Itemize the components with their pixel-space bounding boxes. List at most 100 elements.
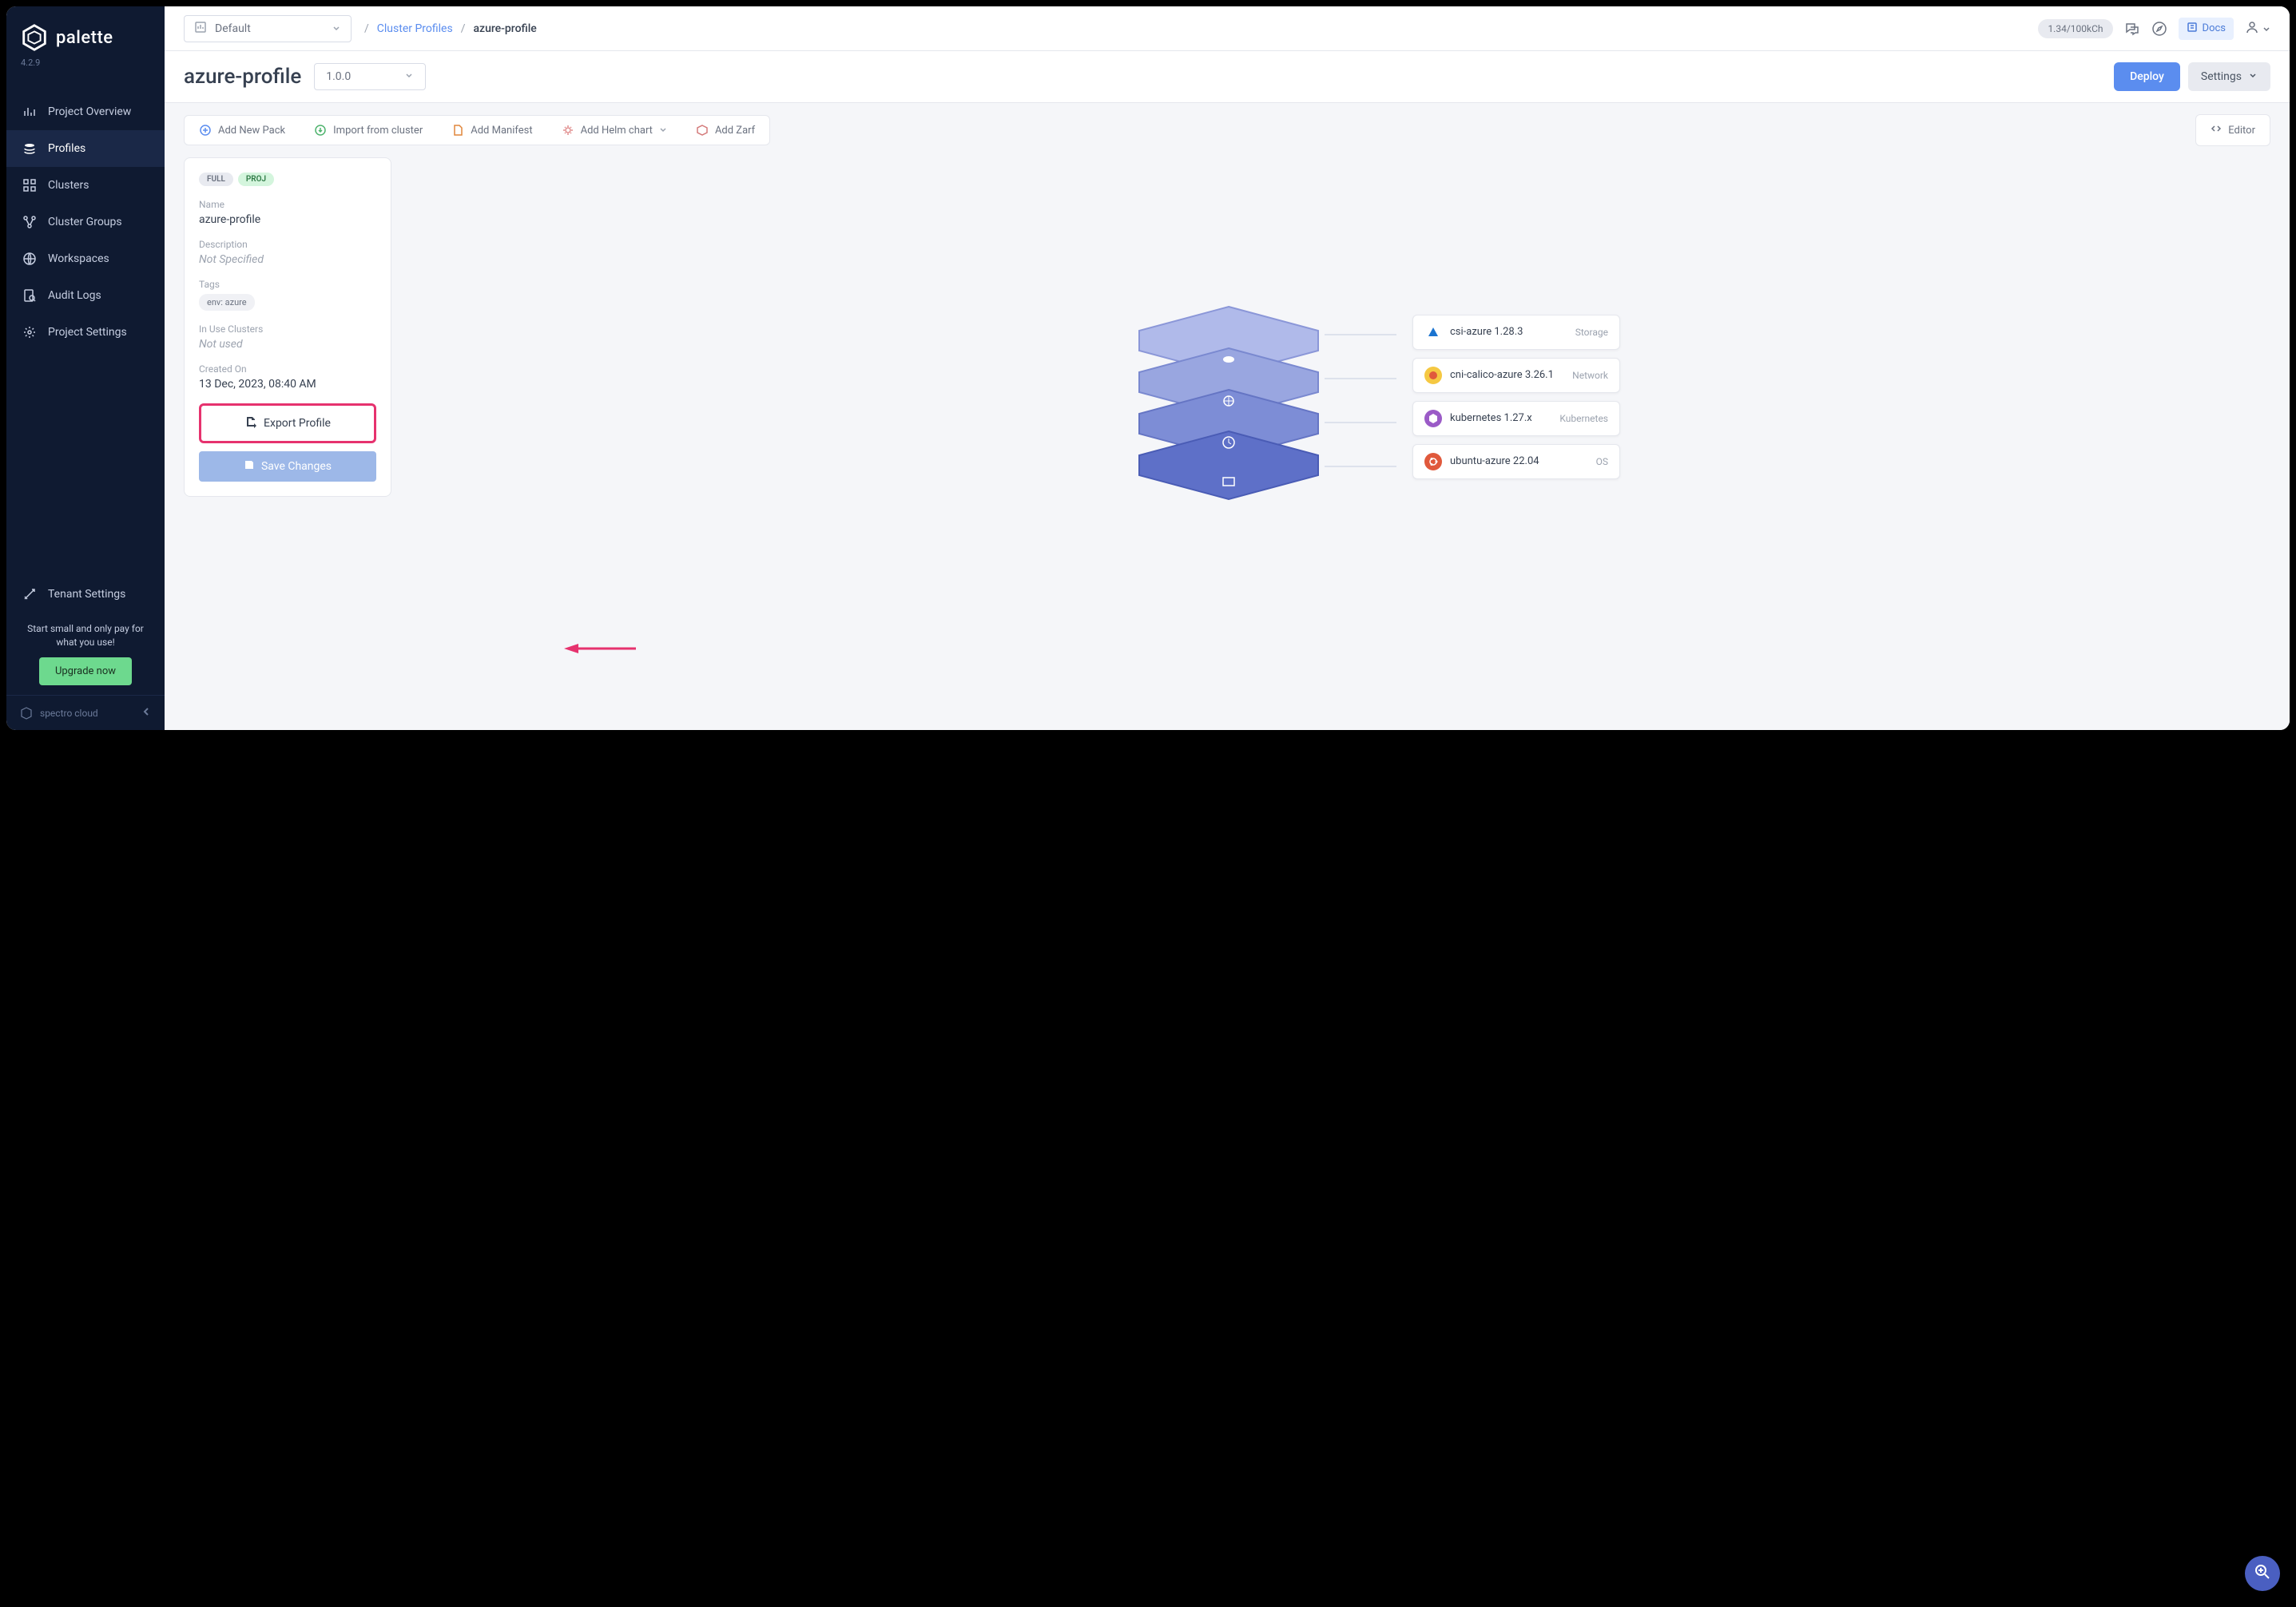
docs-label: Docs <box>2203 22 2226 34</box>
nav-cluster-groups[interactable]: Cluster Groups <box>6 204 165 240</box>
breadcrumb-link[interactable]: Cluster Profiles <box>377 22 453 35</box>
layer-type: Storage <box>1575 327 1608 338</box>
chat-icon[interactable] <box>2124 21 2140 37</box>
brand-logo: palette <box>19 22 152 53</box>
chevron-down-icon <box>332 21 341 36</box>
palette-logo-icon <box>19 22 50 53</box>
nav-clusters[interactable]: Clusters <box>6 167 165 204</box>
desc-value: Not Specified <box>199 253 376 266</box>
created-value: 13 Dec, 2023, 08:40 AM <box>199 378 376 391</box>
tag-chip: env: azure <box>199 294 255 311</box>
project-name: Default <box>215 22 251 35</box>
app-version: 4.2.9 <box>19 58 152 68</box>
globe-icon <box>22 252 37 266</box>
layer-type: Network <box>1572 370 1608 381</box>
layer-name: ubuntu-azure 22.04 <box>1450 455 1588 467</box>
helm-icon <box>562 124 574 137</box>
export-profile-button[interactable]: Export Profile <box>199 403 376 443</box>
user-menu[interactable] <box>2245 20 2270 38</box>
download-circle-icon <box>314 124 327 137</box>
profile-stack-visual <box>1061 299 1396 522</box>
kubernetes-icon <box>1424 410 1442 427</box>
tool-label: Import from cluster <box>333 125 423 137</box>
badge-proj: PROJ <box>238 173 274 186</box>
upgrade-button[interactable]: Upgrade now <box>39 657 132 685</box>
desc-label: Description <box>199 239 376 250</box>
nav-label: Project Overview <box>48 105 131 118</box>
add-zarf-button[interactable]: Add Zarf <box>681 116 769 145</box>
package-icon <box>696 124 709 137</box>
name-label: Name <box>199 199 376 210</box>
user-icon <box>2245 20 2259 38</box>
spectro-logo-icon <box>19 706 34 720</box>
nav-label: Project Settings <box>48 326 127 339</box>
layer-name: kubernetes 1.27.x <box>1450 412 1551 424</box>
editor-button[interactable]: Editor <box>2195 114 2270 146</box>
chevron-down-icon <box>2262 21 2270 36</box>
calico-icon <box>1424 367 1442 384</box>
layer-type: Kubernetes <box>1559 413 1608 424</box>
tool-label: Add New Pack <box>218 125 285 137</box>
export-icon <box>244 415 257 431</box>
nav-project-overview[interactable]: Project Overview <box>6 93 165 130</box>
chevron-left-icon[interactable] <box>141 705 152 720</box>
layer-card-kubernetes[interactable]: kubernetes 1.27.x Kubernetes <box>1412 401 1620 436</box>
save-changes-button[interactable]: Save Changes <box>199 451 376 482</box>
add-helm-button[interactable]: Add Helm chart <box>547 116 681 145</box>
layer-type: OS <box>1596 456 1608 467</box>
brand-name: palette <box>56 28 113 48</box>
tool-label: Add Manifest <box>471 125 532 137</box>
add-manifest-button[interactable]: Add Manifest <box>437 116 546 145</box>
nav-project-settings[interactable]: Project Settings <box>6 314 165 351</box>
version-selector[interactable]: 1.0.0 <box>314 63 426 90</box>
settings-button[interactable]: Settings <box>2188 62 2270 91</box>
file-icon <box>451 124 464 137</box>
layer-card-os[interactable]: ubuntu-azure 22.04 OS <box>1412 444 1620 479</box>
save-label: Save Changes <box>261 460 332 473</box>
compass-icon[interactable] <box>2151 21 2167 37</box>
azure-icon <box>1424 323 1442 341</box>
import-cluster-button[interactable]: Import from cluster <box>300 116 437 145</box>
code-icon <box>2211 123 2222 137</box>
gear-icon <box>22 325 37 339</box>
chevron-down-icon <box>404 70 414 83</box>
add-pack-button[interactable]: Add New Pack <box>185 116 300 145</box>
bar-chart-icon <box>194 21 207 37</box>
save-icon <box>244 459 255 474</box>
breadcrumb-current: azure-profile <box>473 22 536 35</box>
grid-icon <box>22 178 37 192</box>
tools-icon <box>22 587 37 601</box>
nav-label: Profiles <box>48 142 85 155</box>
profile-info-card: FULL PROJ Name azure-profile Description… <box>184 157 391 497</box>
page-title: azure-profile <box>184 65 301 89</box>
nav-label: Cluster Groups <box>48 216 122 228</box>
project-selector[interactable]: Default <box>184 15 352 42</box>
layer-card-network[interactable]: cni-calico-azure 3.26.1 Network <box>1412 358 1620 393</box>
tool-label: Add Zarf <box>715 125 755 137</box>
version-value: 1.0.0 <box>326 70 351 83</box>
nav-tenant-settings[interactable]: Tenant Settings <box>6 576 165 613</box>
settings-label: Settings <box>2201 70 2242 83</box>
nav-label: Tenant Settings <box>48 588 125 601</box>
nav-label: Audit Logs <box>48 289 101 302</box>
nav-profiles[interactable]: Profiles <box>6 130 165 167</box>
plus-circle-icon <box>199 124 212 137</box>
book-icon <box>2187 22 2198 36</box>
ubuntu-icon <box>1424 453 1442 470</box>
nav-label: Clusters <box>48 179 89 192</box>
file-search-icon <box>22 288 37 303</box>
chevron-down-icon <box>2248 70 2258 83</box>
inuse-label: In Use Clusters <box>199 323 376 335</box>
badge-full: FULL <box>199 173 233 186</box>
chevron-down-icon <box>659 125 667 137</box>
tool-label: Editor <box>2228 125 2255 137</box>
layer-name: csi-azure 1.28.3 <box>1450 326 1567 338</box>
docs-button[interactable]: Docs <box>2179 18 2234 40</box>
layers-icon <box>22 141 37 156</box>
deploy-button[interactable]: Deploy <box>2114 62 2180 91</box>
layer-card-storage[interactable]: csi-azure 1.28.3 Storage <box>1412 315 1620 350</box>
nav-workspaces[interactable]: Workspaces <box>6 240 165 277</box>
nav-audit-logs[interactable]: Audit Logs <box>6 277 165 314</box>
footer-brand: spectro cloud <box>40 708 98 719</box>
chart-icon <box>22 105 37 119</box>
